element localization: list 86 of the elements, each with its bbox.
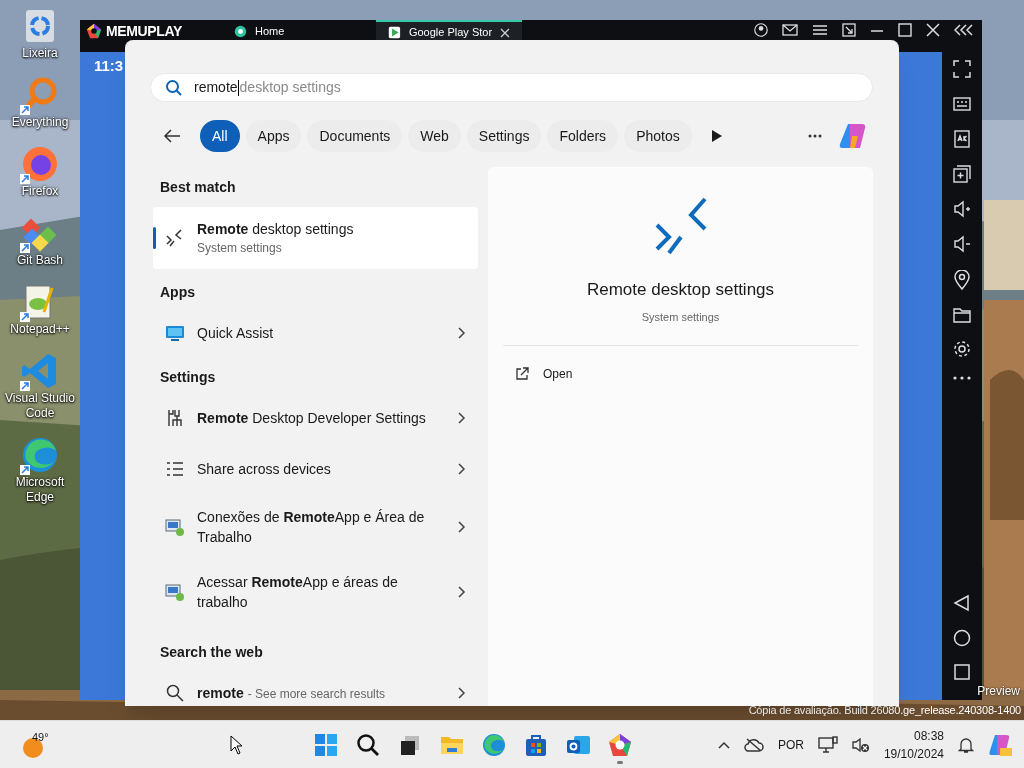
play-icon[interactable]: [711, 130, 722, 142]
tools-icon: [165, 408, 185, 428]
preview-title: Remote desktop settings: [586, 279, 775, 301]
volume-up-icon[interactable]: [953, 200, 971, 218]
filter-chip[interactable]: Documents: [307, 120, 403, 152]
resize-icon[interactable]: [842, 23, 856, 37]
result-item[interactable]: Share across devices: [153, 448, 478, 490]
maximize-icon[interactable]: [898, 23, 912, 37]
external-link-icon: [515, 367, 529, 381]
collapse-icon[interactable]: [954, 23, 974, 37]
weather-temperature: 49°: [32, 729, 49, 745]
account-icon[interactable]: [754, 23, 768, 37]
computer-icon: [165, 582, 185, 602]
copilot-icon[interactable]: [988, 732, 1012, 757]
cloud-offline-icon[interactable]: [743, 737, 764, 752]
recents-icon[interactable]: [954, 664, 970, 680]
folder-icon[interactable]: [953, 307, 971, 323]
preview-subtitle: System settings: [641, 309, 720, 325]
list-icon: [165, 459, 185, 479]
filter-chip[interactable]: Folders: [547, 120, 619, 152]
settings-icon[interactable]: [953, 340, 971, 358]
logo-icon: [86, 23, 102, 39]
close-icon[interactable]: [500, 27, 511, 38]
icon-label[interactable]: Git Bash: [17, 253, 63, 268]
edge-icon[interactable]: [20, 435, 60, 475]
icon-label[interactable]: Microsoft Edge: [1, 475, 79, 505]
mail-icon[interactable]: [782, 23, 798, 37]
search-field[interactable]: remote desktop settings: [150, 73, 873, 102]
fullscreen-icon[interactable]: [953, 60, 971, 78]
add-window-icon[interactable]: [953, 165, 971, 183]
search-icon: [165, 78, 183, 97]
result-subtitle: System settings: [197, 240, 283, 257]
firefox-icon[interactable]: [20, 144, 60, 184]
remote-desktop-icon: [165, 228, 185, 248]
cursor-icon: [230, 734, 244, 755]
volume-down-icon[interactable]: [953, 235, 971, 253]
language-indicator[interactable]: POR: [777, 735, 804, 754]
result-title: Remote Desktop Developer Settings: [197, 409, 427, 428]
clock: 11:3: [94, 56, 124, 76]
home-icon[interactable]: [953, 629, 971, 647]
result-title: remote - See more search results: [197, 683, 387, 703]
filter-chip[interactable]: Settings: [466, 120, 542, 152]
volume-muted-icon[interactable]: [851, 736, 870, 753]
keyboard-icon[interactable]: [953, 95, 971, 113]
result-title: Quick Assist: [197, 324, 275, 343]
apk-icon[interactable]: [953, 130, 971, 148]
filter-chip[interactable]: Photos: [624, 120, 692, 152]
back-arrow-icon[interactable]: [163, 128, 181, 144]
open-action[interactable]: Open: [503, 358, 858, 390]
location-icon[interactable]: [953, 270, 971, 290]
result-item[interactable]: Conexões de RemoteApp e Área de Trabalho: [153, 499, 478, 555]
filter-chip[interactable]: All: [200, 120, 240, 152]
result-item[interactable]: remote - See more search results: [153, 672, 478, 714]
result-title: Remote desktop settings: [197, 220, 355, 239]
monitor-icon: [165, 323, 185, 343]
more-icon[interactable]: [808, 134, 822, 138]
play-store-icon: [388, 26, 401, 39]
result-title: Acessar RemoteApp e áreas de trabalho: [197, 573, 399, 612]
back-icon[interactable]: [953, 594, 971, 612]
search-icon: [165, 683, 185, 703]
search-text: remote: [194, 78, 238, 97]
section-heading: Best match: [159, 178, 237, 197]
notification-bell-icon[interactable]: [958, 735, 974, 754]
build-watermark: Cópia de avaliação. Build 26080.ge_release.240308-1400: [748, 703, 1021, 718]
clock-date[interactable]: 19/10/2024: [883, 744, 944, 763]
section-heading: Apps: [159, 283, 196, 302]
menu-icon[interactable]: [812, 23, 828, 37]
result-title: Share across devices: [197, 460, 332, 479]
search-suggestion: desktop settings: [239, 78, 341, 97]
section-heading: Settings: [159, 368, 217, 387]
filter-chip[interactable]: Web: [408, 120, 461, 152]
logo-text: MEMUPLAY: [106, 23, 183, 39]
result-item[interactable]: Remote Desktop Developer Settings: [153, 397, 478, 439]
result-item[interactable]: Quick Assist: [153, 312, 478, 354]
more-icon[interactable]: [953, 375, 971, 381]
close-icon[interactable]: [926, 23, 940, 37]
chevron-up-icon[interactable]: [717, 740, 730, 749]
clock-time[interactable]: 08:38: [913, 726, 944, 745]
result-title: Conexões de RemoteApp e Área de Trabalho: [197, 508, 426, 547]
filter-chip[interactable]: Apps: [245, 120, 302, 152]
network-icon[interactable]: [817, 735, 838, 754]
home-app-icon: [234, 25, 248, 38]
result-item[interactable]: Remote desktop settings System settings: [153, 207, 478, 269]
computer-icon: [165, 517, 185, 537]
result-item[interactable]: Acessar RemoteApp e áreas de trabalho: [153, 564, 478, 620]
section-heading: Search the web: [159, 643, 264, 662]
